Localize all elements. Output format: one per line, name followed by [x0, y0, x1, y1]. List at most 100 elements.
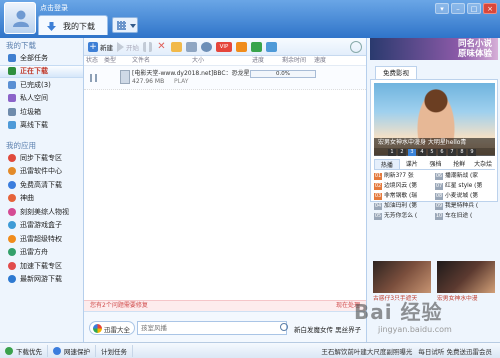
rank-item[interactable]: 02 边境风云 (第	[374, 182, 434, 191]
app-icon	[8, 153, 16, 162]
share-icon[interactable]	[201, 41, 212, 52]
notice-link[interactable]: 现在处理	[336, 301, 360, 311]
title-bar: 点击登录 我的下载 ▾ – □ ×	[0, 0, 500, 38]
sidebar-app-item[interactable]: 刻刻美综人物视	[0, 205, 83, 219]
sidebar-item-label: 刻刻美综人物视	[20, 207, 69, 216]
carousel-page-button[interactable]: 2	[398, 148, 406, 156]
sidebar-item[interactable]: 全部任务	[0, 51, 83, 65]
rank-item[interactable]: 10 车在旧途 (	[435, 212, 495, 221]
sidebar-item[interactable]: 正在下载	[0, 64, 83, 78]
sidebar-app-item[interactable]: 加速下载专区	[0, 259, 83, 273]
ad-banner[interactable]: 同名小说 原味体验	[370, 38, 498, 60]
sidebar-app-item[interactable]: 最新网游下载	[0, 273, 83, 287]
thumbnail-card[interactable]: 宏男女神水中漫	[437, 261, 495, 302]
promo-text[interactable]: 每日试听 免费送迅雷会员	[418, 346, 500, 356]
settings-icon[interactable]	[186, 41, 197, 52]
rank-item[interactable]: 03 非常钢歌 (瑞	[374, 192, 434, 201]
sidebar-app-item[interactable]: 迅雷软件中心	[0, 165, 83, 179]
download-priority-button[interactable]: 下载优先	[0, 344, 48, 357]
col-type[interactable]: 类型	[104, 56, 132, 65]
delete-icon[interactable]: ✕	[156, 41, 167, 52]
carousel-page-button[interactable]: 3	[408, 148, 416, 156]
sidebar-app-item[interactable]: 同步下载专区	[0, 151, 83, 165]
rank-item[interactable]: 01 刷新3?7 张	[374, 172, 434, 181]
sidebar-item[interactable]: 垃圾箱	[0, 105, 83, 119]
search-icon[interactable]	[280, 323, 288, 331]
avatar[interactable]	[4, 2, 36, 34]
player-icon[interactable]	[266, 41, 277, 52]
app-icon	[8, 167, 16, 176]
gift-icon[interactable]	[236, 41, 247, 52]
sidebar-app-item[interactable]: 迅雷游戏盒子	[0, 219, 83, 233]
news-ticker[interactable]: 王石解饮前叶建大尺度副照曝光	[321, 346, 418, 356]
pause-icon[interactable]	[90, 74, 97, 82]
sidebar-item[interactable]: 已完成(3)	[0, 78, 83, 92]
sidebar-item-label: 迅雷超级特权	[20, 234, 62, 243]
folder-icon[interactable]	[171, 41, 182, 52]
carousel-page-button[interactable]: 7	[448, 148, 456, 156]
rank-item[interactable]: 08 小麦说城 (第	[435, 192, 495, 201]
grid-icon	[117, 21, 126, 30]
carousel-page-button[interactable]: 1	[388, 148, 396, 156]
sidebar-item[interactable]: 私人空间	[0, 92, 83, 106]
col-speed[interactable]: 速度	[314, 56, 344, 65]
rank-item[interactable]: 07 红星 style (第	[435, 182, 495, 191]
maximize-button[interactable]: □	[467, 3, 481, 14]
tab-my-downloads[interactable]: 我的下载	[38, 15, 108, 35]
sidebar-app-item[interactable]: 迅雷方舟	[0, 246, 83, 260]
col-remaining[interactable]: 剩余时间	[282, 56, 314, 65]
col-progress[interactable]: 进度	[252, 56, 282, 65]
sidebar-item[interactable]: 离线下载	[0, 119, 83, 133]
search-icon[interactable]	[350, 41, 362, 53]
rank-item[interactable]: 09 我是特种兵 (	[435, 202, 495, 211]
pause-icon[interactable]	[143, 41, 152, 52]
scheduled-task-button[interactable]: 计划任务	[96, 344, 133, 357]
search-bar: 迅雷大全 孩室风播 新白发魔女传 黑丝界子	[84, 311, 366, 342]
rank-item[interactable]: 05 无芳你怎么 (	[374, 212, 434, 221]
close-button[interactable]: ×	[483, 3, 497, 14]
tab-free-video[interactable]: 免费影视	[375, 66, 417, 79]
hero-caption[interactable]: 宏男女神水中漫身 大明星hello青	[374, 138, 495, 148]
sidebar-app-item[interactable]: 神曲	[0, 192, 83, 206]
carousel-page-button[interactable]: 4	[418, 148, 426, 156]
table-row[interactable]: [电影天堂-www.dy2018.net]BBC：恐龙星... 427.96 M…	[84, 66, 366, 90]
carousel-page-button[interactable]: 6	[438, 148, 446, 156]
play-icon	[117, 41, 124, 52]
task-filename: [电影天堂-www.dy2018.net]BBC：恐龙星...	[132, 70, 252, 77]
my-apps-heading: 我的应用	[6, 141, 36, 150]
search-input[interactable]: 孩室风播	[137, 321, 287, 335]
menu-button[interactable]: ▾	[435, 3, 449, 14]
thumbnail-card[interactable]: 古惑仔3只手遮天	[373, 261, 431, 302]
app-icon[interactable]	[251, 41, 262, 52]
play-link[interactable]: PLAY	[174, 78, 188, 85]
carousel-page-button[interactable]: 5	[428, 148, 436, 156]
rank-item[interactable]: 04 加油玛利 (第	[374, 202, 434, 211]
rank-tab[interactable]: 大杂烩	[471, 159, 495, 169]
rank-tab[interactable]: 强档	[424, 159, 448, 169]
new-task-button[interactable]: + 新建	[88, 40, 113, 54]
app-icon	[8, 194, 16, 203]
rank-tab[interactable]: 热播	[374, 159, 400, 169]
col-status[interactable]: 状态	[86, 56, 104, 65]
network-protect-button[interactable]: 网速保护	[48, 344, 96, 357]
minimize-button[interactable]: –	[451, 3, 465, 14]
rank-title: 红星 style (第	[445, 183, 483, 189]
rank-item[interactable]: 06 播潮新战 (家	[435, 172, 495, 181]
carousel-page-button[interactable]: 8	[458, 148, 466, 156]
rank-tab[interactable]: 抢鲜	[447, 159, 471, 169]
start-button[interactable]: 开始	[117, 40, 139, 54]
sidebar-app-item[interactable]: 迅雷超级特权	[0, 232, 83, 246]
tab-label: 我的下载	[63, 22, 95, 31]
view-mode-button[interactable]	[112, 17, 138, 33]
rank-number: 04	[374, 203, 382, 210]
vip-icon[interactable]: VIP	[216, 41, 232, 52]
col-filename[interactable]: 文件名	[132, 56, 192, 65]
hot-words[interactable]: 新白发魔女传 黑丝界子	[294, 324, 361, 334]
search-brand-button[interactable]: 迅雷大全	[89, 321, 135, 335]
sidebar-app-item[interactable]: 免费高清下载	[0, 178, 83, 192]
carousel-page-button[interactable]: 9	[468, 148, 476, 156]
toolbar: + 新建 开始 ✕ VIP	[84, 38, 366, 56]
col-size[interactable]: 大小	[192, 56, 252, 65]
rank-tab[interactable]: 谍片	[400, 159, 424, 169]
login-link[interactable]: 点击登录	[40, 3, 68, 13]
